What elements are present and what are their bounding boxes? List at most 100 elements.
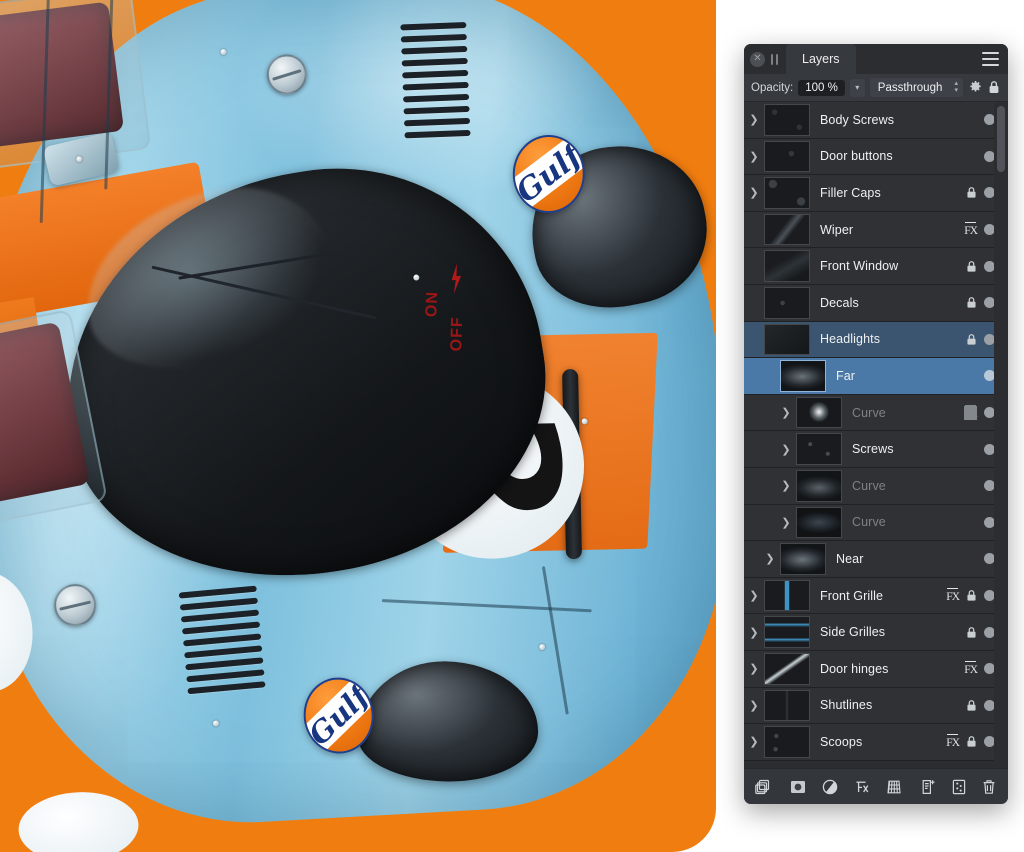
layer-row[interactable]: ❯ Far — [744, 358, 1008, 395]
layer-thumbnail[interactable] — [764, 579, 810, 612]
fx-icon[interactable] — [853, 778, 871, 796]
scrollbar-thumb[interactable] — [997, 106, 1005, 172]
expand-chevron-icon[interactable]: ❯ — [760, 541, 780, 577]
layer-row[interactable]: ❯ Near — [744, 541, 1008, 578]
layer-row[interactable]: ❯ Headlights — [744, 321, 1008, 359]
fx-icon[interactable]: FX — [964, 221, 978, 237]
blend-mode-select[interactable]: Passthrough ▴ ▾ — [869, 78, 963, 97]
expand-chevron-icon[interactable]: ❯ — [776, 468, 796, 504]
trash-icon[interactable] — [980, 778, 998, 796]
new-document-plus-icon[interactable] — [920, 778, 938, 796]
layer-thumbnail[interactable] — [764, 140, 810, 173]
expand-chevron-icon[interactable]: ❯ — [744, 651, 764, 687]
layer-list-scrollbar[interactable] — [994, 102, 1008, 768]
layer-row[interactable]: ❯ Door hinges FX — [744, 650, 1008, 688]
lock-icon[interactable] — [988, 80, 1001, 95]
layer-name[interactable]: Curve — [842, 505, 984, 541]
stepper-updown-icon[interactable]: ▴ ▾ — [954, 80, 958, 94]
layer-row[interactable]: ❯ Decals — [744, 284, 1008, 322]
layer-row[interactable]: ❯ WiperFX — [744, 211, 1008, 249]
stacked-squares-icon[interactable] — [754, 778, 772, 796]
lock-icon[interactable] — [966, 186, 977, 199]
layer-thumbnail[interactable] — [764, 652, 810, 685]
tab-layers[interactable]: Layers — [786, 44, 856, 74]
layer-name[interactable]: Side Grilles — [810, 614, 966, 650]
layer-row[interactable]: ❯ Side Grilles — [744, 614, 1008, 651]
fx-icon[interactable]: FX — [946, 587, 960, 603]
layer-name[interactable]: Far — [826, 358, 984, 394]
expand-chevron-icon[interactable]: ❯ — [744, 614, 764, 650]
drag-grip-icon[interactable] — [770, 52, 780, 66]
gear-icon[interactable] — [968, 80, 983, 95]
layer-thumbnail[interactable] — [764, 213, 810, 246]
layer-name[interactable]: Headlights — [810, 322, 966, 358]
layer-name[interactable]: Front Window — [810, 248, 966, 284]
layer-row[interactable]: ❯ Scoops FX — [744, 724, 1008, 761]
mask-dots-icon[interactable] — [950, 778, 968, 796]
fx-icon[interactable]: FX — [946, 733, 960, 749]
layer-thumbnail[interactable] — [780, 543, 826, 575]
layer-row[interactable]: ❯ Curve FX — [744, 394, 1008, 432]
layer-name[interactable]: Door hinges — [810, 651, 964, 687]
layer-name[interactable]: Filler Caps — [810, 175, 966, 211]
lock-icon[interactable] — [966, 333, 977, 346]
layer-name[interactable]: Scoops — [810, 724, 946, 760]
layer-thumbnail[interactable] — [764, 323, 810, 356]
layer-thumbnail[interactable] — [796, 396, 842, 429]
layer-thumbnail[interactable] — [796, 469, 842, 502]
expand-chevron-icon[interactable]: ❯ — [744, 578, 764, 614]
expand-chevron-icon[interactable]: ❯ — [744, 139, 764, 175]
layer-name[interactable]: Screws — [842, 431, 984, 467]
layer-name[interactable]: Decals — [810, 285, 966, 321]
expand-chevron-icon[interactable]: ❯ — [744, 688, 764, 724]
layer-name[interactable]: Door buttons — [810, 139, 984, 175]
lock-icon[interactable] — [966, 260, 977, 273]
layer-row[interactable]: ❯ Screws — [744, 431, 1008, 468]
layer-thumbnail[interactable] — [780, 360, 826, 392]
layer-row[interactable]: ❯ Filler Caps — [744, 175, 1008, 212]
layer-row[interactable]: ❯ Front Grille FX — [744, 577, 1008, 615]
lock-icon[interactable] — [966, 626, 977, 639]
expand-chevron-icon[interactable]: ❯ — [776, 395, 796, 431]
fx-icon[interactable]: FX — [964, 404, 978, 420]
expand-chevron-icon[interactable]: ❯ — [776, 505, 796, 541]
layer-row[interactable]: ❯ Front Window — [744, 248, 1008, 285]
layer-thumbnail[interactable] — [764, 104, 810, 136]
fx-icon[interactable]: FX — [964, 660, 978, 676]
expand-chevron-icon[interactable]: ❯ — [776, 431, 796, 467]
artwork-canvas[interactable]: 2 — [0, 0, 716, 852]
layer-thumbnail[interactable] — [764, 286, 810, 319]
lock-icon[interactable] — [966, 589, 977, 602]
expand-chevron-icon[interactable]: ❯ — [744, 102, 764, 138]
layer-list[interactable]: ❯ Body Screws ❯ Door buttons ❯ Filler Caps ❯ Wi… — [744, 102, 1008, 768]
layer-name[interactable]: Near — [826, 541, 984, 577]
layer-row[interactable]: ❯ Body Screws — [744, 102, 1008, 139]
mesh-grid-icon[interactable] — [885, 778, 903, 796]
mask-square-circle-icon[interactable] — [789, 778, 807, 796]
layer-thumbnail[interactable] — [796, 433, 842, 465]
lock-icon[interactable] — [966, 296, 977, 309]
panel-titlebar[interactable]: ✕ Layers — [744, 44, 1008, 74]
layer-thumbnail[interactable] — [764, 689, 810, 722]
lock-icon[interactable] — [966, 735, 977, 748]
layer-thumbnail[interactable] — [796, 506, 842, 539]
layer-name[interactable]: Curve — [842, 468, 984, 504]
adjustment-half-circle-icon[interactable] — [821, 778, 839, 796]
expand-chevron-icon[interactable]: ❯ — [744, 175, 764, 211]
layer-name[interactable]: Shutlines — [810, 688, 966, 724]
layer-name[interactable]: Front Grille — [810, 578, 946, 614]
layer-row[interactable]: ❯ Curve — [744, 467, 1008, 505]
layer-row[interactable]: ❯ Door buttons — [744, 138, 1008, 176]
layer-thumbnail[interactable] — [764, 616, 810, 648]
close-icon[interactable]: ✕ — [750, 51, 765, 67]
chevron-down-icon[interactable]: ▾ — [849, 78, 865, 97]
layer-thumbnail[interactable] — [764, 177, 810, 209]
layer-row[interactable]: ❯ Shutlines — [744, 687, 1008, 725]
opacity-input[interactable]: 100 % — [798, 79, 845, 96]
layer-name[interactable]: Body Screws — [810, 102, 984, 138]
layer-thumbnail[interactable] — [764, 726, 810, 758]
hamburger-menu-icon[interactable] — [982, 52, 999, 66]
layer-row[interactable]: ❯ Curve — [744, 504, 1008, 542]
layer-thumbnail[interactable] — [764, 250, 810, 282]
expand-chevron-icon[interactable]: ❯ — [744, 724, 764, 760]
